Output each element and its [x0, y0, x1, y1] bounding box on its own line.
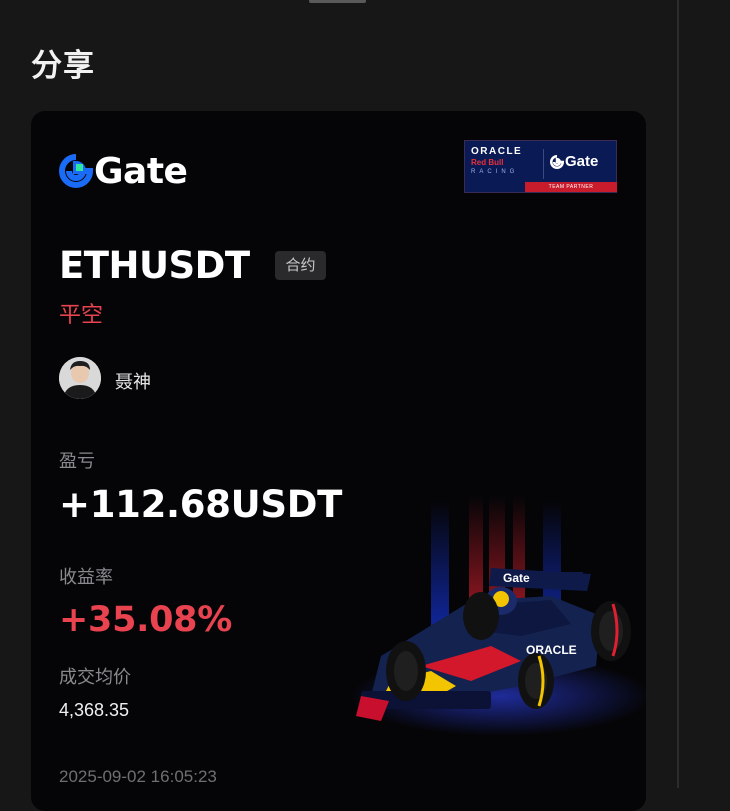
team-partner-band: TEAM PARTNER [525, 182, 617, 192]
f1-car-image: Gate ORACLE [351, 496, 646, 736]
drag-handle[interactable] [309, 0, 366, 3]
pnl-value: +112.68USDT [59, 483, 343, 526]
gate-logo: Gate [59, 150, 188, 192]
avg-price-value: 4,368.35 [59, 700, 130, 720]
partner-gate-logo: Gate [550, 153, 598, 170]
share-card: Gate ORACLE Red Bull RACING Gate TEAM PA… [31, 111, 646, 811]
oracle-text: ORACLE [471, 146, 523, 157]
svg-text:Gate: Gate [503, 571, 530, 585]
partner-gate-text: Gate [565, 153, 599, 170]
partner-divider [543, 149, 544, 179]
pnl-label: 盈亏 [59, 451, 95, 472]
trade-symbol: ETHUSDT [59, 244, 250, 287]
username: 聂神 [115, 372, 151, 393]
trade-direction: 平空 [59, 303, 104, 328]
partner-gate-icon [550, 154, 564, 169]
avatar [59, 357, 101, 399]
timestamp: 2025-09-02 16:05:23 [59, 767, 217, 786]
user-avatar-icon [59, 357, 101, 399]
team-partner-badge: ORACLE Red Bull RACING Gate TEAM PARTNER [464, 140, 617, 193]
avg-price-label: 成交均价 [59, 667, 131, 688]
right-divider [677, 0, 679, 788]
roi-label: 收益率 [59, 567, 113, 588]
contract-tag: 合约 [275, 251, 326, 280]
roi-value: +35.08% [59, 600, 233, 640]
page-title: 分享 [31, 48, 95, 84]
racing-text: RACING [471, 169, 519, 175]
gate-logo-text: Gate [94, 150, 188, 192]
gate-logo-icon [59, 154, 93, 188]
redbull-text: Red Bull [471, 158, 504, 167]
